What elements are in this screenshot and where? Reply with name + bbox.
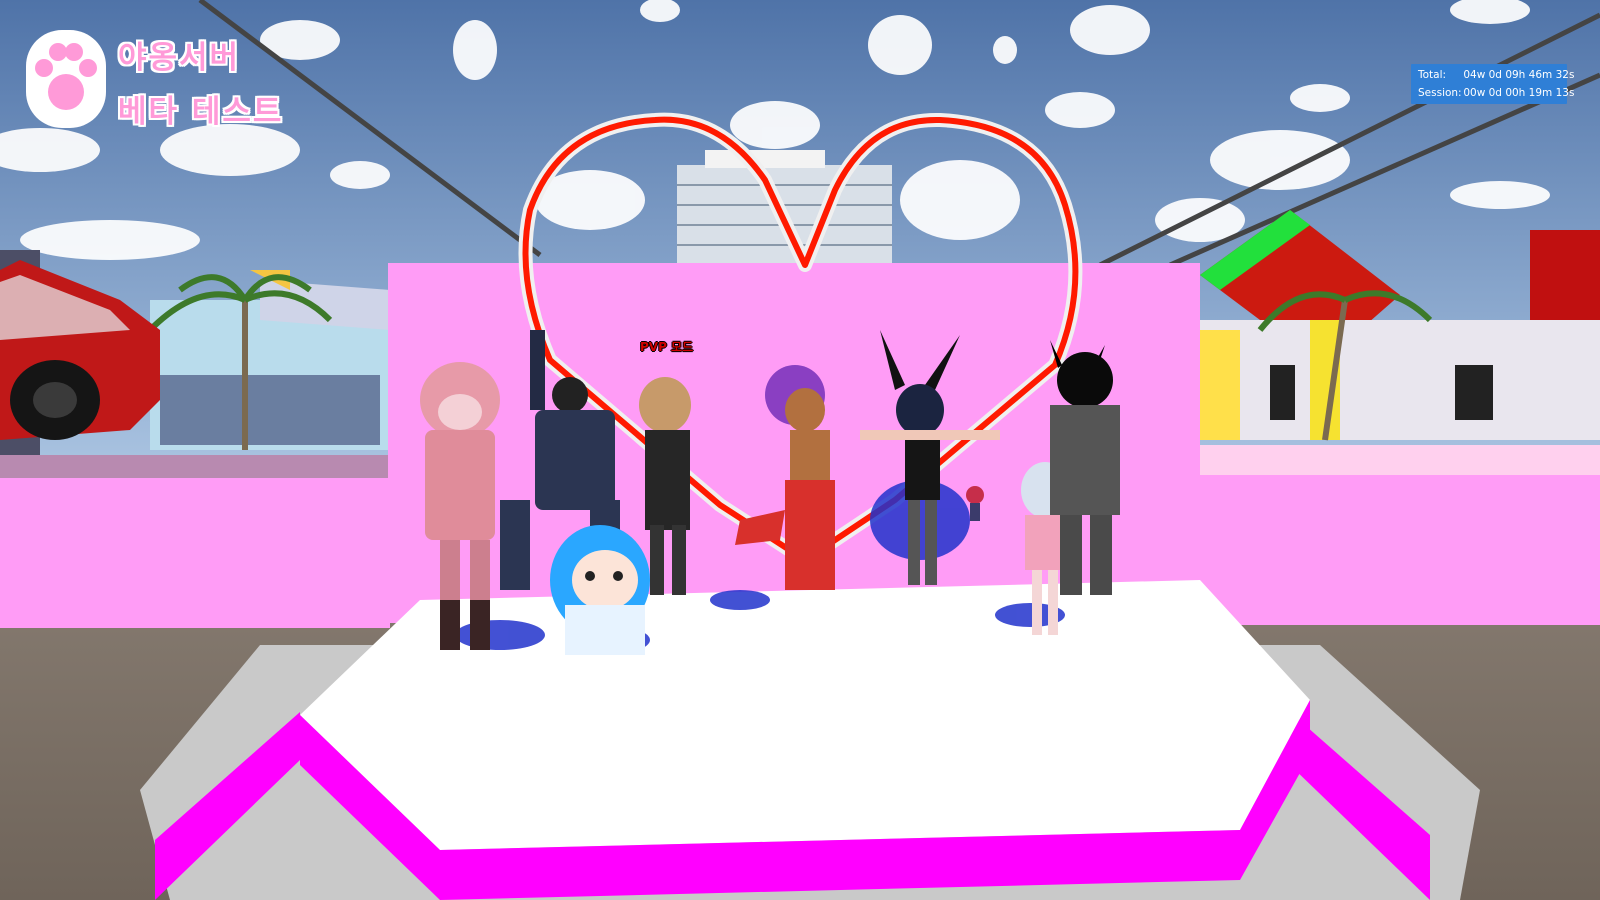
game-world xyxy=(0,0,1600,900)
server-subtitle: 베타 테스트 xyxy=(118,94,284,130)
total-time-label: Total: xyxy=(1418,69,1447,81)
pink-ledge-left xyxy=(0,478,390,628)
session-time-value: 00w 0d 00h 19m 13s xyxy=(1463,87,1575,99)
player-nametag: PVP 모드 xyxy=(640,340,694,354)
character-blue-hair xyxy=(550,525,650,655)
session-time-label: Session: xyxy=(1418,87,1462,99)
total-time-row: Total: 04w 0d 09h 46m 32s xyxy=(1418,67,1574,83)
game-viewport[interactable]: 야옹서버 베타 테스트 Total: 04w 0d 09h 46m 32s Se… xyxy=(0,0,1600,900)
session-time-row: Session: 00w 0d 00h 19m 13s xyxy=(1418,85,1574,101)
total-time-value: 04w 0d 09h 46m 32s xyxy=(1463,69,1575,81)
paw-icon xyxy=(26,30,106,128)
playtime-panel: Total: 04w 0d 09h 46m 32s Session: 00w 0… xyxy=(1411,64,1574,104)
pink-ledge-right xyxy=(1195,475,1600,625)
server-logo xyxy=(24,28,108,130)
server-title: 야옹서버 xyxy=(118,40,241,76)
